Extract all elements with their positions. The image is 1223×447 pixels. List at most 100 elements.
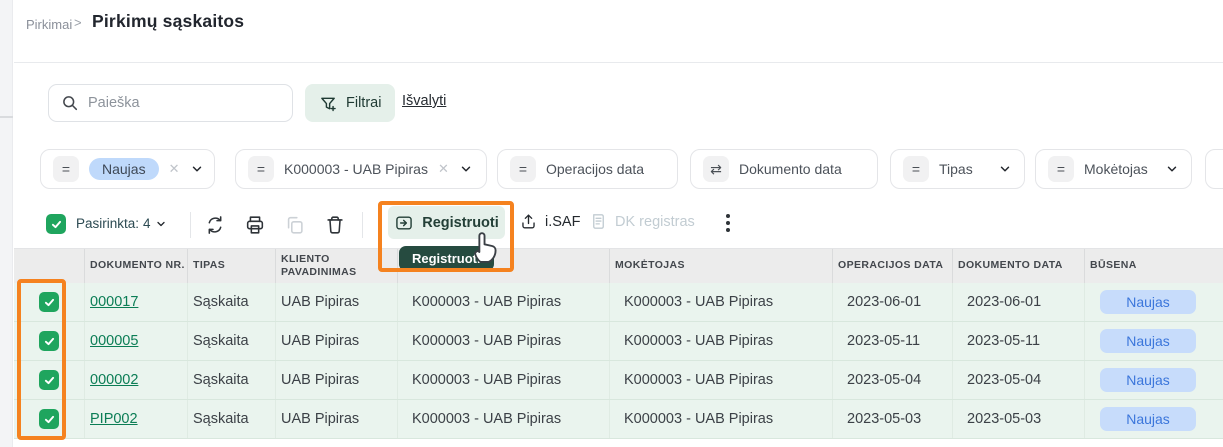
- hand-cursor-icon: [468, 226, 502, 266]
- cell-col4: K000003 - UAB Pipiras: [398, 400, 610, 438]
- refresh-button[interactable]: [202, 212, 228, 238]
- filters-button-label: Filtrai: [346, 95, 381, 111]
- cell-moketojas: K000003 - UAB Pipiras: [610, 322, 833, 360]
- filter-chip-dokumento-data[interactable]: ⇄ Dokumento data: [690, 149, 878, 189]
- filter-placeholder-label: Tipas: [939, 161, 973, 177]
- cell-col4: K000003 - UAB Pipiras: [398, 361, 610, 399]
- register-document-icon: [589, 212, 608, 231]
- breadcrumb-separator-icon: >: [74, 15, 82, 30]
- row-checkbox[interactable]: [39, 331, 59, 351]
- clear-filters-link[interactable]: Išvalyti: [402, 93, 446, 109]
- header-dokumento-data: DOKUMENTO DATA: [953, 249, 1085, 283]
- row-checkbox[interactable]: [39, 370, 59, 390]
- filter-chip-moketojas[interactable]: = Mokėtojas: [1035, 149, 1192, 189]
- cell-klientas: UAB Pipiras: [276, 400, 398, 438]
- chevron-down-icon[interactable]: [1165, 162, 1179, 176]
- status-badge: Naujas: [1100, 368, 1196, 392]
- cell-operacijos-data: 2023-06-01: [833, 283, 953, 321]
- header-tipas: TIPAS: [188, 249, 276, 283]
- header-kliento-pavadinimas: KLIENTO PAVADINIMAS: [276, 249, 398, 283]
- header-operacijos-data: OPERACIJOS DATA: [833, 249, 953, 283]
- equals-operator-icon: =: [1048, 156, 1074, 182]
- copy-button-disabled: [282, 212, 308, 238]
- filter-chip-klientas[interactable]: = K000003 - UAB Pipiras ✕: [235, 149, 487, 189]
- header-moketojas: MOKĖTOJAS: [610, 249, 833, 283]
- cell-tipas: Sąskaita: [188, 283, 276, 321]
- range-operator-icon: ⇄: [703, 156, 729, 182]
- chevron-down-icon[interactable]: [190, 162, 204, 176]
- cell-tipas: Sąskaita: [188, 322, 276, 360]
- selected-label: Pasirinkta:: [76, 216, 139, 231]
- page-title: Pirkimų sąskaitos: [92, 11, 244, 32]
- breadcrumb-parent[interactable]: Pirkimai: [26, 17, 72, 32]
- cell-operacijos-data: 2023-05-11: [833, 322, 953, 360]
- filter-placeholder-label: Dokumento data: [739, 161, 842, 177]
- cell-operacijos-data: 2023-05-04: [833, 361, 953, 399]
- dk-registras-label: DK registras: [615, 214, 695, 230]
- filter-chip-busena[interactable]: = Naujas ✕: [40, 149, 215, 189]
- select-all-checkbox[interactable]: [46, 214, 66, 234]
- search-input[interactable]: [88, 95, 282, 111]
- table-row: PIP002 Sąskaita UAB Pipiras K000003 - UA…: [14, 400, 1223, 439]
- divider: [14, 62, 1223, 63]
- chevron-down-icon[interactable]: [459, 162, 473, 176]
- invoices-table: DOKUMENTO NR. TIPAS KLIENTO PAVADINIMAS …: [14, 248, 1223, 439]
- cell-klientas: UAB Pipiras: [276, 283, 398, 321]
- chip-remove-icon[interactable]: ✕: [438, 161, 449, 177]
- row-checkbox[interactable]: [39, 292, 59, 312]
- equals-operator-icon: =: [903, 156, 929, 182]
- filter-value-label: K000003 - UAB Pipiras: [284, 161, 428, 177]
- cell-tipas: Sąskaita: [188, 361, 276, 399]
- sidebar-tick: [0, 116, 13, 118]
- filters-button[interactable]: Filtrai: [305, 84, 395, 122]
- status-badge: Naujas: [1100, 329, 1196, 353]
- cell-col4: K000003 - UAB Pipiras: [398, 322, 610, 360]
- filter-chip-partial[interactable]: [1205, 149, 1223, 189]
- document-link[interactable]: 000002: [90, 372, 138, 388]
- isaf-button-label: i.SAF: [545, 214, 580, 230]
- dk-registras-button-disabled: DK registras: [589, 212, 695, 231]
- equals-operator-icon: =: [248, 156, 274, 182]
- chevron-down-icon[interactable]: [998, 162, 1012, 176]
- print-button[interactable]: [242, 212, 268, 238]
- chip-remove-icon[interactable]: ✕: [169, 161, 180, 177]
- document-link[interactable]: 000005: [90, 333, 138, 349]
- isaf-export-button[interactable]: i.SAF: [519, 212, 580, 231]
- selected-count-dropdown[interactable]: Pasirinkta: 4: [76, 216, 167, 231]
- equals-operator-icon: =: [510, 156, 536, 182]
- more-actions-menu[interactable]: [726, 214, 730, 232]
- table-header-row: DOKUMENTO NR. TIPAS KLIENTO PAVADINIMAS …: [14, 248, 1223, 283]
- table-body: 000017 Sąskaita UAB Pipiras K000003 - UA…: [14, 283, 1223, 439]
- header-dokumento-nr: DOKUMENTO NR.: [85, 249, 188, 283]
- cell-dokumento-data: 2023-05-03: [953, 400, 1085, 438]
- cell-operacijos-data: 2023-05-03: [833, 400, 953, 438]
- cell-klientas: UAB Pipiras: [276, 322, 398, 360]
- table-row: 000005 Sąskaita UAB Pipiras K000003 - UA…: [14, 322, 1223, 361]
- cell-klientas: UAB Pipiras: [276, 361, 398, 399]
- upload-icon: [519, 212, 538, 231]
- cell-tipas: Sąskaita: [188, 400, 276, 438]
- cell-moketojas: K000003 - UAB Pipiras: [610, 283, 833, 321]
- filter-chip-operacijos-data[interactable]: = Operacijos data: [497, 149, 678, 189]
- page: Pirkimai > Pirkimų sąskaitos Filtrai Išv…: [0, 0, 1223, 447]
- status-badge: Naujas: [1100, 290, 1196, 314]
- toolbar-separator: [362, 212, 363, 238]
- table-row: 000002 Sąskaita UAB Pipiras K000003 - UA…: [14, 361, 1223, 400]
- header-busena: BŪSENA: [1085, 249, 1223, 283]
- filter-funnel-icon: [319, 94, 338, 113]
- cell-dokumento-data: 2023-05-11: [953, 322, 1085, 360]
- status-badge: Naujas: [1100, 407, 1196, 431]
- filter-placeholder-label: Operacijos data: [546, 161, 644, 177]
- cell-moketojas: K000003 - UAB Pipiras: [610, 400, 833, 438]
- document-link[interactable]: PIP002: [90, 411, 138, 427]
- delete-button[interactable]: [322, 212, 348, 238]
- document-link[interactable]: 000017: [90, 294, 138, 310]
- search-icon: [61, 94, 79, 112]
- cell-col4: K000003 - UAB Pipiras: [398, 283, 610, 321]
- chevron-down-icon: [155, 218, 167, 230]
- filter-chip-tipas[interactable]: = Tipas: [890, 149, 1025, 189]
- table-row: 000017 Sąskaita UAB Pipiras K000003 - UA…: [14, 283, 1223, 322]
- bulk-actions-toolbar: Pasirinkta: 4 Registruoti i.: [0, 205, 1223, 247]
- cell-moketojas: K000003 - UAB Pipiras: [610, 361, 833, 399]
- row-checkbox[interactable]: [39, 409, 59, 429]
